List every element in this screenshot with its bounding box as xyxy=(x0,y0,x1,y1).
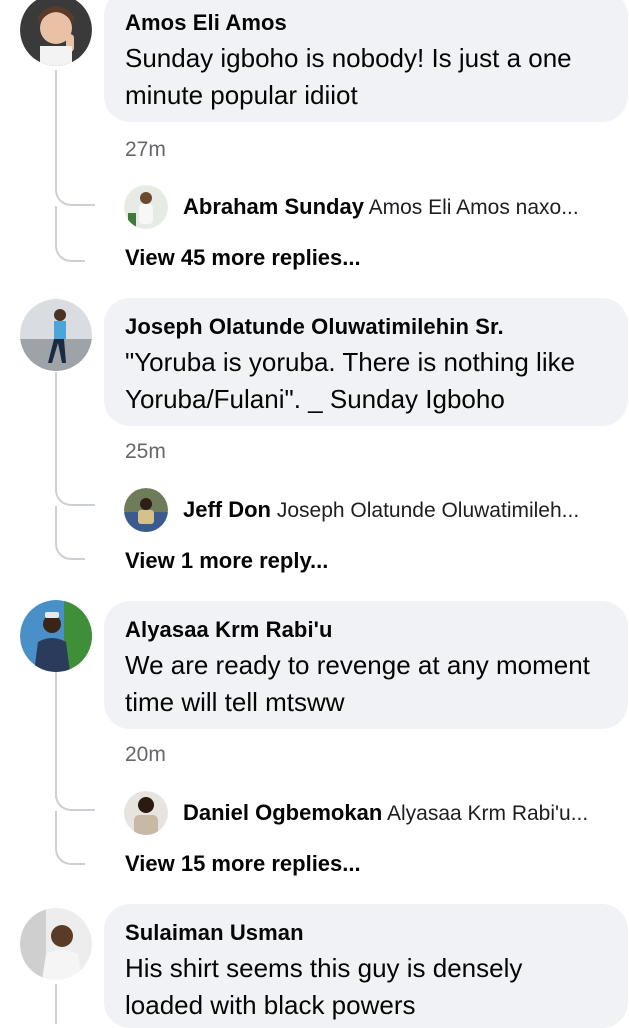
comment-author[interactable]: Sulaiman Usman xyxy=(125,918,606,948)
comment-author[interactable]: Joseph Olatunde Oluwatimilehin Sr. xyxy=(125,312,606,342)
comment-bubble: Joseph Olatunde Oluwatimilehin Sr. "Yoru… xyxy=(104,298,628,426)
comment-text: "Yoruba is yoruba. There is nothing like… xyxy=(125,347,576,414)
reply-author[interactable]: Jeff Don xyxy=(183,497,271,522)
avatar[interactable] xyxy=(20,600,92,672)
avatar[interactable] xyxy=(20,0,92,66)
reply-avatar[interactable] xyxy=(124,185,168,229)
comment-text: Sunday igboho is nobody! Is just a one m… xyxy=(125,43,572,110)
comment-author[interactable]: Alyasaa Krm Rabi'u xyxy=(125,615,606,645)
reply-preview[interactable]: Daniel Ogbemokan Alyasaa Krm Rabi'u... xyxy=(124,791,624,835)
reply-avatar[interactable] xyxy=(124,488,168,532)
comment-timestamp: 27m xyxy=(125,138,166,161)
view-more-replies-link[interactable]: View 1 more reply... xyxy=(125,548,328,574)
comment-text: His shirt seems this guy is densely load… xyxy=(125,953,523,1020)
reply-author[interactable]: Abraham Sunday xyxy=(183,194,364,219)
comment-timestamp: 25m xyxy=(125,440,166,463)
reply-text: Joseph Olatunde Oluwatimileh... xyxy=(276,499,580,522)
comment-bubble: Amos Eli Amos Sunday igboho is nobody! I… xyxy=(104,0,628,122)
avatar[interactable] xyxy=(20,299,92,371)
comment-author[interactable]: Amos Eli Amos xyxy=(125,8,606,38)
reply-avatar[interactable] xyxy=(124,791,168,835)
reply-text: Alyasaa Krm Rabi'u... xyxy=(386,802,589,825)
reply-preview[interactable]: Abraham Sunday Amos Eli Amos naxo... xyxy=(124,185,624,229)
view-more-replies-link[interactable]: View 45 more replies... xyxy=(125,245,361,271)
avatar[interactable] xyxy=(20,908,92,980)
reply-author[interactable]: Daniel Ogbemokan xyxy=(183,800,382,825)
reply-text: Amos Eli Amos naxo... xyxy=(368,196,579,219)
comment-bubble: Alyasaa Krm Rabi'u We are ready to reven… xyxy=(104,601,628,729)
comment-timestamp: 20m xyxy=(125,743,166,766)
view-more-replies-link[interactable]: View 15 more replies... xyxy=(125,851,361,877)
comment-bubble: Sulaiman Usman His shirt seems this guy … xyxy=(104,904,628,1028)
reply-preview[interactable]: Jeff Don Joseph Olatunde Oluwatimileh... xyxy=(124,488,624,532)
comment-text: We are ready to revenge at any moment ti… xyxy=(125,650,590,717)
